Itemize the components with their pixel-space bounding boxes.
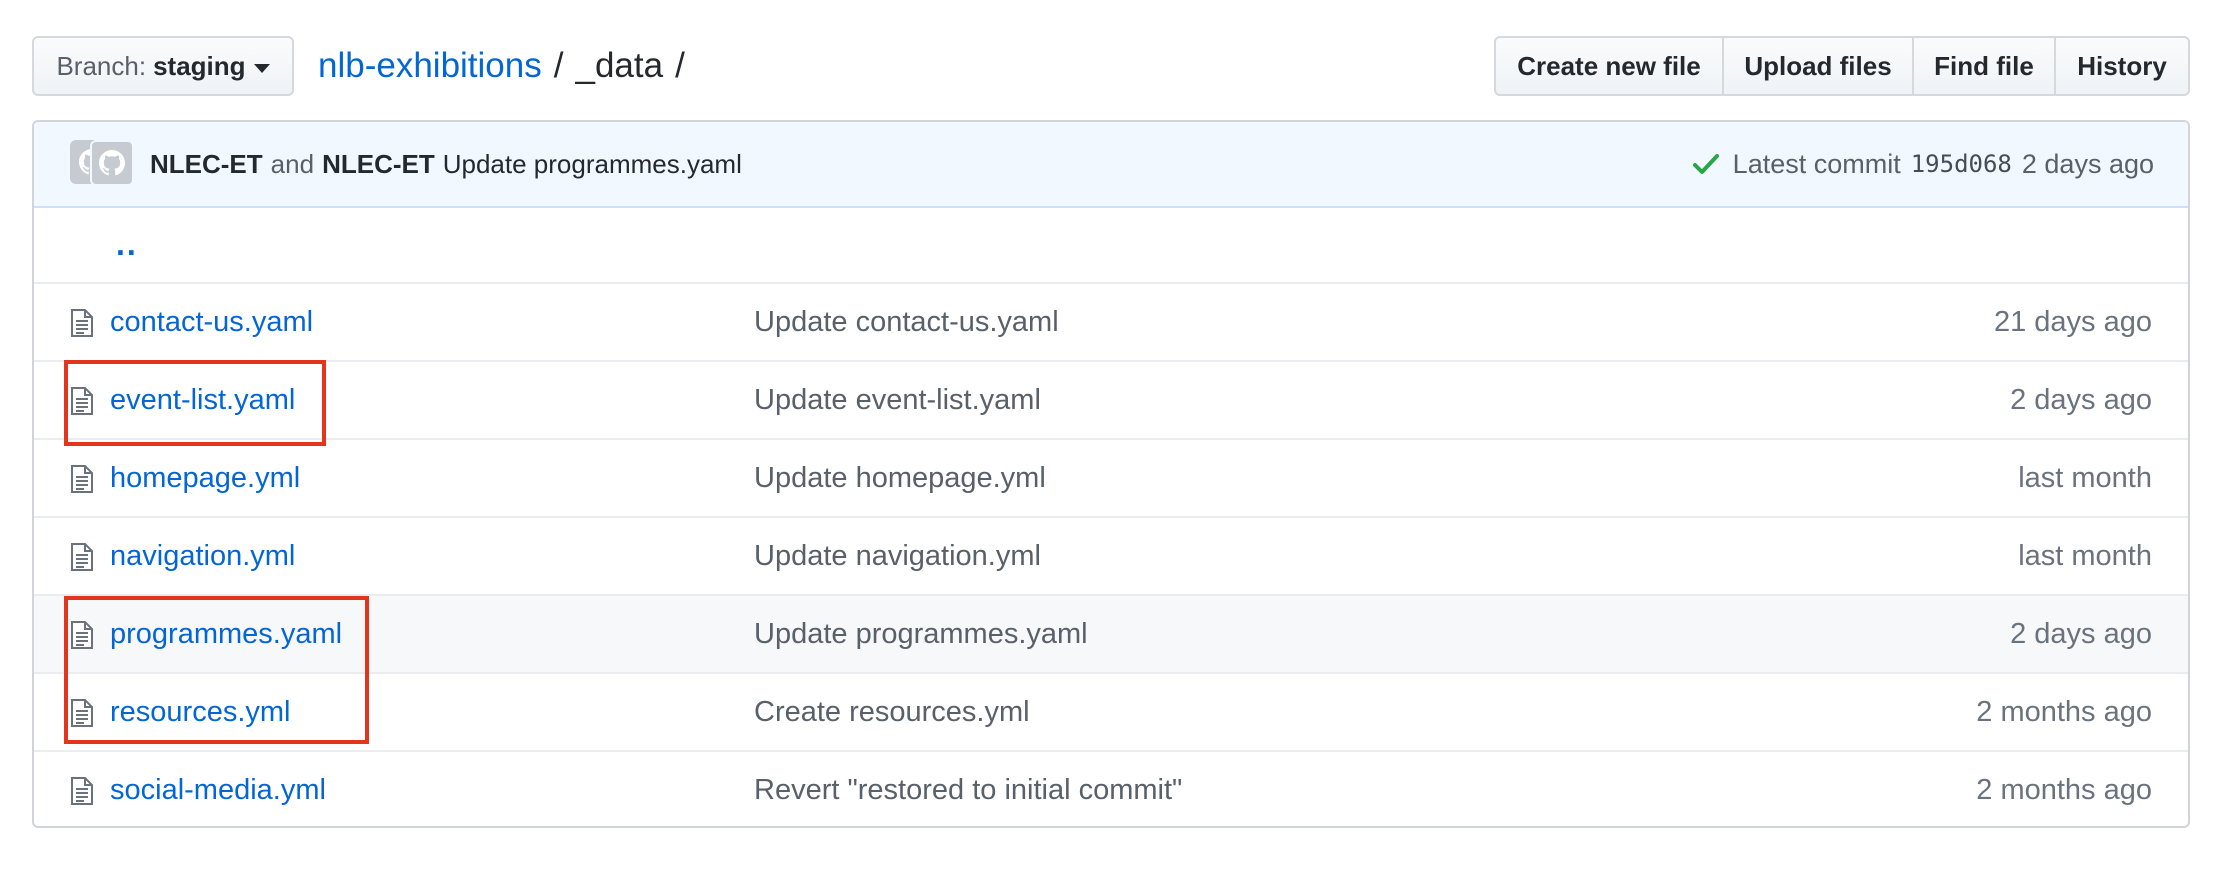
commit-committer-link[interactable]: NLEC-ET [322, 149, 435, 180]
file-actions: Create new file Upload files Find file H… [1494, 36, 2190, 96]
breadcrumb-current-dir: _data [575, 46, 664, 85]
commit-tease: NLEC-ET and NLEC-ET Update programmes.ya… [34, 122, 2188, 208]
file-name-link[interactable]: social-media.yml [110, 774, 326, 807]
commit-summary: NLEC-ET and NLEC-ET Update programmes.ya… [150, 122, 742, 206]
create-new-file-button[interactable]: Create new file [1494, 36, 1724, 96]
breadcrumb-separator: / [675, 46, 685, 85]
file-icon [70, 542, 94, 572]
file-commit-message-link[interactable]: Update programmes.yaml [754, 618, 1088, 651]
file-row[interactable]: social-media.yml Revert "restored to init… [34, 752, 2188, 826]
file-row[interactable]: event-list.yaml Update event-list.yaml 2 d… [34, 362, 2188, 440]
avatar-stack[interactable] [70, 140, 134, 186]
file-row[interactable]: resources.yml Create resources.yml 2 month… [34, 674, 2188, 752]
github-octocat-icon [99, 150, 125, 176]
file-name-link[interactable]: resources.yml [110, 696, 291, 729]
file-name-link[interactable]: navigation.yml [110, 540, 295, 573]
file-listing: NLEC-ET and NLEC-ET Update programmes.ya… [32, 120, 2190, 828]
file-icon [70, 698, 94, 728]
file-age: 2 days ago [2010, 617, 2152, 650]
find-file-button[interactable]: Find file [1912, 36, 2056, 96]
file-age: last month [2018, 539, 2152, 572]
file-commit-message-link[interactable]: Update homepage.yml [754, 462, 1046, 495]
file-commit-message-link[interactable]: Update event-list.yaml [754, 384, 1041, 417]
check-icon[interactable] [1692, 153, 1719, 175]
file-age: 2 days ago [2010, 383, 2152, 416]
file-icon [70, 620, 94, 650]
file-row[interactable]: homepage.yml Update homepage.yml last mont… [34, 440, 2188, 518]
branch-select-button[interactable]: Branch: staging [32, 36, 294, 96]
commit-sha-link[interactable]: 195d068 [1911, 150, 2012, 178]
file-row[interactable]: programmes.yaml Update programmes.yaml 2 d… [34, 596, 2188, 674]
commit-author-link[interactable]: NLEC-ET [150, 149, 263, 180]
file-icon [70, 386, 94, 416]
parent-directory-link[interactable]: .. [116, 226, 138, 263]
file-name-link[interactable]: programmes.yaml [110, 618, 342, 651]
file-age: 2 months ago [1976, 695, 2152, 728]
file-icon [70, 776, 94, 806]
file-name-link[interactable]: contact-us.yaml [110, 306, 313, 339]
commit-message-link[interactable]: Update programmes.yaml [443, 149, 742, 180]
history-button[interactable]: History [2054, 36, 2190, 96]
file-age: 21 days ago [1993, 305, 2152, 338]
file-commit-message-link[interactable]: Update contact-us.yaml [754, 306, 1059, 339]
commit-meta: Latest commit 195d068 2 days ago [1692, 122, 2154, 206]
parent-directory-row: .. [34, 208, 2188, 284]
latest-commit-label: Latest commit [1732, 148, 1901, 179]
file-row[interactable]: navigation.yml Update navigation.yml last … [34, 518, 2188, 596]
branch-label: Branch: [56, 50, 147, 81]
commit-age: 2 days ago [2021, 148, 2154, 179]
file-commit-message-link[interactable]: Create resources.yml [754, 696, 1030, 729]
upload-files-button[interactable]: Upload files [1722, 36, 1914, 96]
file-commit-message-link[interactable]: Revert "restored to initial commit" [754, 774, 1182, 807]
file-commit-message-link[interactable]: Update navigation.yml [754, 540, 1041, 573]
commit-author-conjunction: and [270, 148, 315, 179]
file-age: last month [2018, 461, 2152, 494]
breadcrumb-separator: / [553, 46, 564, 85]
avatar [90, 140, 134, 186]
file-row[interactable]: contact-us.yaml Update contact-us.yaml 21 … [34, 284, 2188, 362]
file-age: 2 months ago [1976, 773, 2152, 806]
file-icon [70, 308, 94, 338]
file-navigation: Branch: staging nlb-exhibitions / _data … [32, 36, 2190, 98]
file-name-link[interactable]: homepage.yml [110, 462, 300, 495]
caret-down-icon [253, 63, 270, 73]
breadcrumb: nlb-exhibitions / _data / [318, 40, 697, 92]
file-icon [70, 464, 94, 494]
branch-name: staging [153, 50, 246, 81]
file-name-link[interactable]: event-list.yaml [110, 384, 295, 417]
breadcrumb-repo-link[interactable]: nlb-exhibitions [318, 46, 542, 86]
